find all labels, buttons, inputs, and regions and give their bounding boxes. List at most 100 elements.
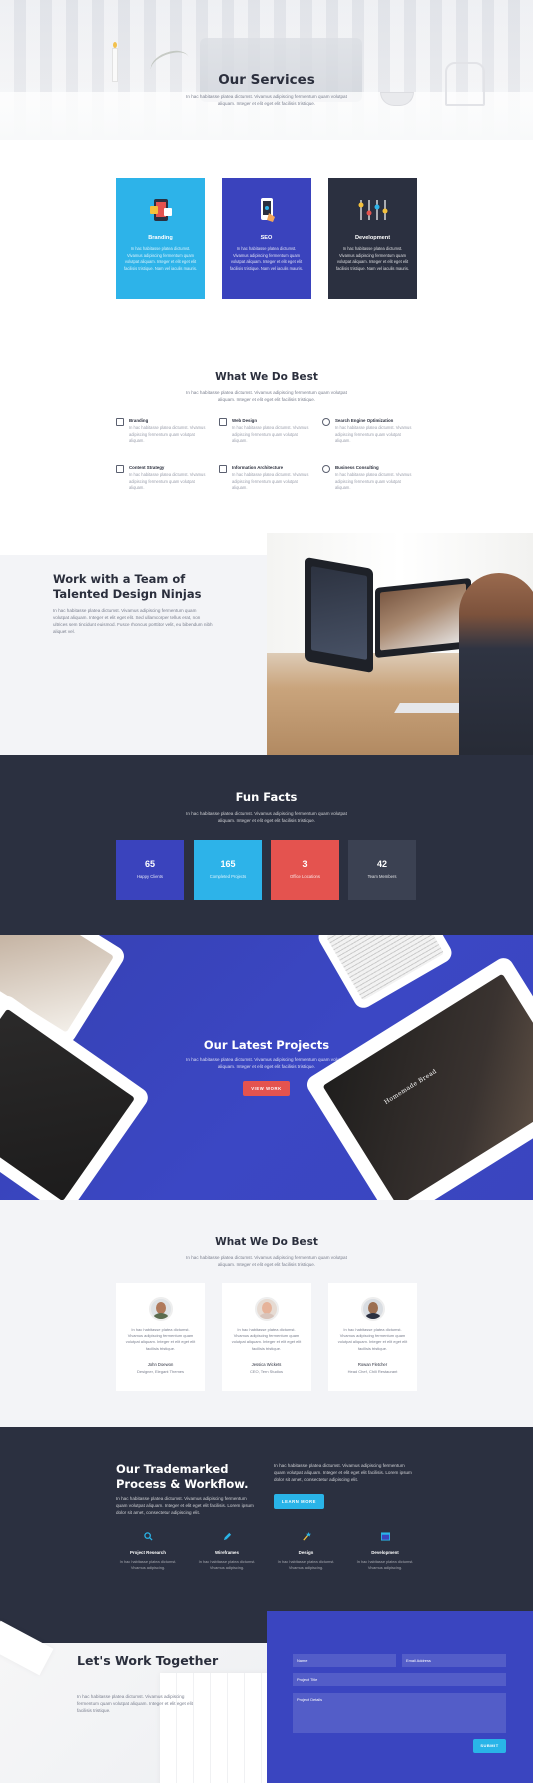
feature-title: Business Consulting bbox=[335, 465, 379, 470]
fact-value: 165 bbox=[220, 859, 236, 869]
email-field[interactable]: Email Address bbox=[402, 1654, 506, 1667]
service-title: SEO bbox=[260, 235, 273, 241]
sliders-icon bbox=[358, 200, 387, 220]
testimonial-name: Jessica Wickets bbox=[251, 1361, 282, 1367]
avatar bbox=[254, 1297, 279, 1321]
service-text: In hac habitasse platea dictumst. Vivamu… bbox=[335, 246, 410, 271]
person-image bbox=[459, 573, 533, 755]
fact-card: 65 Happy Clients bbox=[116, 840, 184, 900]
section-title: Our Latest Projects bbox=[203, 1038, 330, 1052]
browser-window-icon bbox=[380, 1532, 390, 1541]
submit-button[interactable]: SUBMIT bbox=[473, 1739, 506, 1753]
process-text: In hac habitasse platea dictumst. Vivamu… bbox=[116, 1496, 254, 1515]
process-step: Design In hac habitasse platea dictumst.… bbox=[275, 1532, 337, 1571]
fact-card: 42 Team Members bbox=[348, 840, 416, 900]
section-subtitle: In hac habitasse platea dictumst. Vivamu… bbox=[186, 390, 347, 402]
process-step: Project Research In hac habitasse platea… bbox=[117, 1532, 179, 1571]
fact-label: Team Members bbox=[367, 874, 397, 879]
candle-flame-image bbox=[113, 42, 117, 48]
feature-text: In hac habitasse platea dictumst. Vivamu… bbox=[129, 472, 206, 491]
team-text: In hac habitasse platea dictumst. Vivamu… bbox=[53, 608, 213, 634]
contact-title: Let's Work Together bbox=[77, 1653, 219, 1668]
testimonial-card: In hac habitasse platea dictumst. Vivamu… bbox=[222, 1283, 311, 1391]
sitemap-icon bbox=[219, 465, 227, 473]
service-card-branding[interactable]: Branding In hac habitasse platea dictums… bbox=[116, 178, 205, 299]
testimonial-quote: In hac habitasse platea dictumst. Vivamu… bbox=[231, 1327, 302, 1351]
step-title: Design bbox=[298, 1550, 314, 1555]
service-card-seo[interactable]: SEO In hac habitasse platea dictumst. Vi… bbox=[222, 178, 311, 299]
step-title: Development bbox=[371, 1550, 399, 1555]
service-title: Branding bbox=[148, 235, 173, 241]
tablet-image: Homemade Bread bbox=[303, 954, 533, 1200]
hero-subtitle: In hac habitasse platea dictumst. Vivamu… bbox=[186, 94, 347, 106]
mobile-touch-icon bbox=[260, 198, 275, 222]
fact-label: Office Locations bbox=[290, 874, 320, 879]
section-subtitle: In hac habitasse platea dictumst. Vivamu… bbox=[186, 811, 347, 823]
feature-text: In hac habitasse platea dictumst. Vivamu… bbox=[129, 425, 206, 444]
process-title: Our Trademarked Process & Workflow. bbox=[116, 1462, 249, 1491]
step-text: In hac habitasse platea dictumst. Vivamu… bbox=[356, 1559, 414, 1570]
magic-wand-icon bbox=[302, 1532, 311, 1541]
pencil-icon bbox=[223, 1532, 231, 1541]
section-subtitle: In hac habitasse platea dictumst. Vivamu… bbox=[186, 1057, 347, 1069]
process-step: Development In hac habitasse platea dict… bbox=[354, 1532, 416, 1571]
contact-text: In hac habitasse platea dictumst. Vivamu… bbox=[77, 1694, 193, 1713]
feature-text: In hac habitasse platea dictumst. Vivamu… bbox=[335, 425, 412, 444]
document-icon bbox=[116, 465, 124, 473]
feature-title: Information Architecture bbox=[232, 465, 284, 470]
feature-title: Web Design bbox=[232, 418, 258, 423]
fact-value: 3 bbox=[302, 859, 308, 869]
testimonial-card: In hac habitasse platea dictumst. Vivamu… bbox=[328, 1283, 417, 1391]
chat-icon bbox=[322, 418, 330, 426]
step-title: Project Research bbox=[130, 1550, 166, 1555]
testimonial-role: Designer, Elegant Themes bbox=[136, 1368, 185, 1374]
fact-value: 42 bbox=[376, 859, 387, 869]
service-text: In hac habitasse platea dictumst. Vivamu… bbox=[229, 246, 304, 271]
step-text: In hac habitasse platea dictumst. Vivamu… bbox=[277, 1559, 335, 1570]
step-title: Wireframes bbox=[215, 1550, 239, 1555]
avatar bbox=[360, 1297, 385, 1321]
page-title: Our Services bbox=[218, 72, 315, 88]
project-details-field[interactable]: Project Details bbox=[293, 1693, 506, 1733]
fact-value: 65 bbox=[144, 859, 155, 869]
feature-title: Content Strategy bbox=[129, 465, 165, 470]
fact-card: 165 Completed Projects bbox=[194, 840, 262, 900]
avatar bbox=[148, 1297, 173, 1321]
step-text: In hac habitasse platea dictumst. Vivamu… bbox=[198, 1559, 256, 1570]
learn-more-button[interactable]: LEARN MORE bbox=[274, 1494, 324, 1509]
section-title: Fun Facts bbox=[235, 790, 298, 804]
monitor-image bbox=[305, 557, 373, 673]
feature-text: In hac habitasse platea dictumst. Vivamu… bbox=[232, 472, 309, 491]
fact-label: Completed Projects bbox=[209, 874, 247, 879]
notebook-image bbox=[160, 1673, 270, 1783]
monitor-image bbox=[375, 577, 471, 659]
testimonial-name: John Doewon bbox=[147, 1361, 174, 1367]
testimonial-role: Head Chef, Chili Restaurant bbox=[347, 1368, 398, 1374]
service-card-development[interactable]: Development In hac habitasse platea dict… bbox=[328, 178, 417, 299]
testimonial-quote: In hac habitasse platea dictumst. Vivamu… bbox=[337, 1327, 408, 1351]
process-text: In hac habitasse platea dictumst. Vivamu… bbox=[274, 1463, 412, 1482]
monitor-icon bbox=[219, 418, 227, 426]
section-subtitle: In hac habitasse platea dictumst. Vivamu… bbox=[186, 1255, 347, 1267]
project-title-field[interactable]: Project Title bbox=[293, 1673, 506, 1686]
testimonial-name: Rowan Fletcher bbox=[357, 1361, 388, 1367]
pen-icon bbox=[116, 418, 124, 426]
feature-text: In hac habitasse platea dictumst. Vivamu… bbox=[232, 425, 309, 444]
feature-title: Branding bbox=[129, 418, 149, 423]
step-text: In hac habitasse platea dictumst. Vivamu… bbox=[119, 1559, 177, 1570]
name-field[interactable]: Name bbox=[293, 1654, 396, 1667]
team-photo-image bbox=[267, 533, 533, 755]
fact-card: 3 Office Locations bbox=[271, 840, 339, 900]
section-title: What We Do Best bbox=[215, 371, 318, 383]
team-title: Work with a Team of Talented Design Ninj… bbox=[53, 572, 202, 601]
testimonial-role: CEO, Tern Studios bbox=[249, 1368, 284, 1374]
view-work-button[interactable]: VIEW WORK bbox=[243, 1081, 290, 1096]
hero-section: Our Services In hac habitasse platea dic… bbox=[0, 0, 533, 140]
fun-facts-section bbox=[0, 755, 533, 935]
section-title: What We Do Best bbox=[215, 1236, 318, 1248]
phone-app-icon bbox=[149, 199, 172, 221]
lightbulb-icon bbox=[322, 465, 330, 473]
feature-title: Search Engine Optimization bbox=[335, 418, 394, 423]
process-step: Wireframes In hac habitasse platea dictu… bbox=[196, 1532, 258, 1571]
testimonial-card: In hac habitasse platea dictumst. Vivamu… bbox=[116, 1283, 205, 1391]
